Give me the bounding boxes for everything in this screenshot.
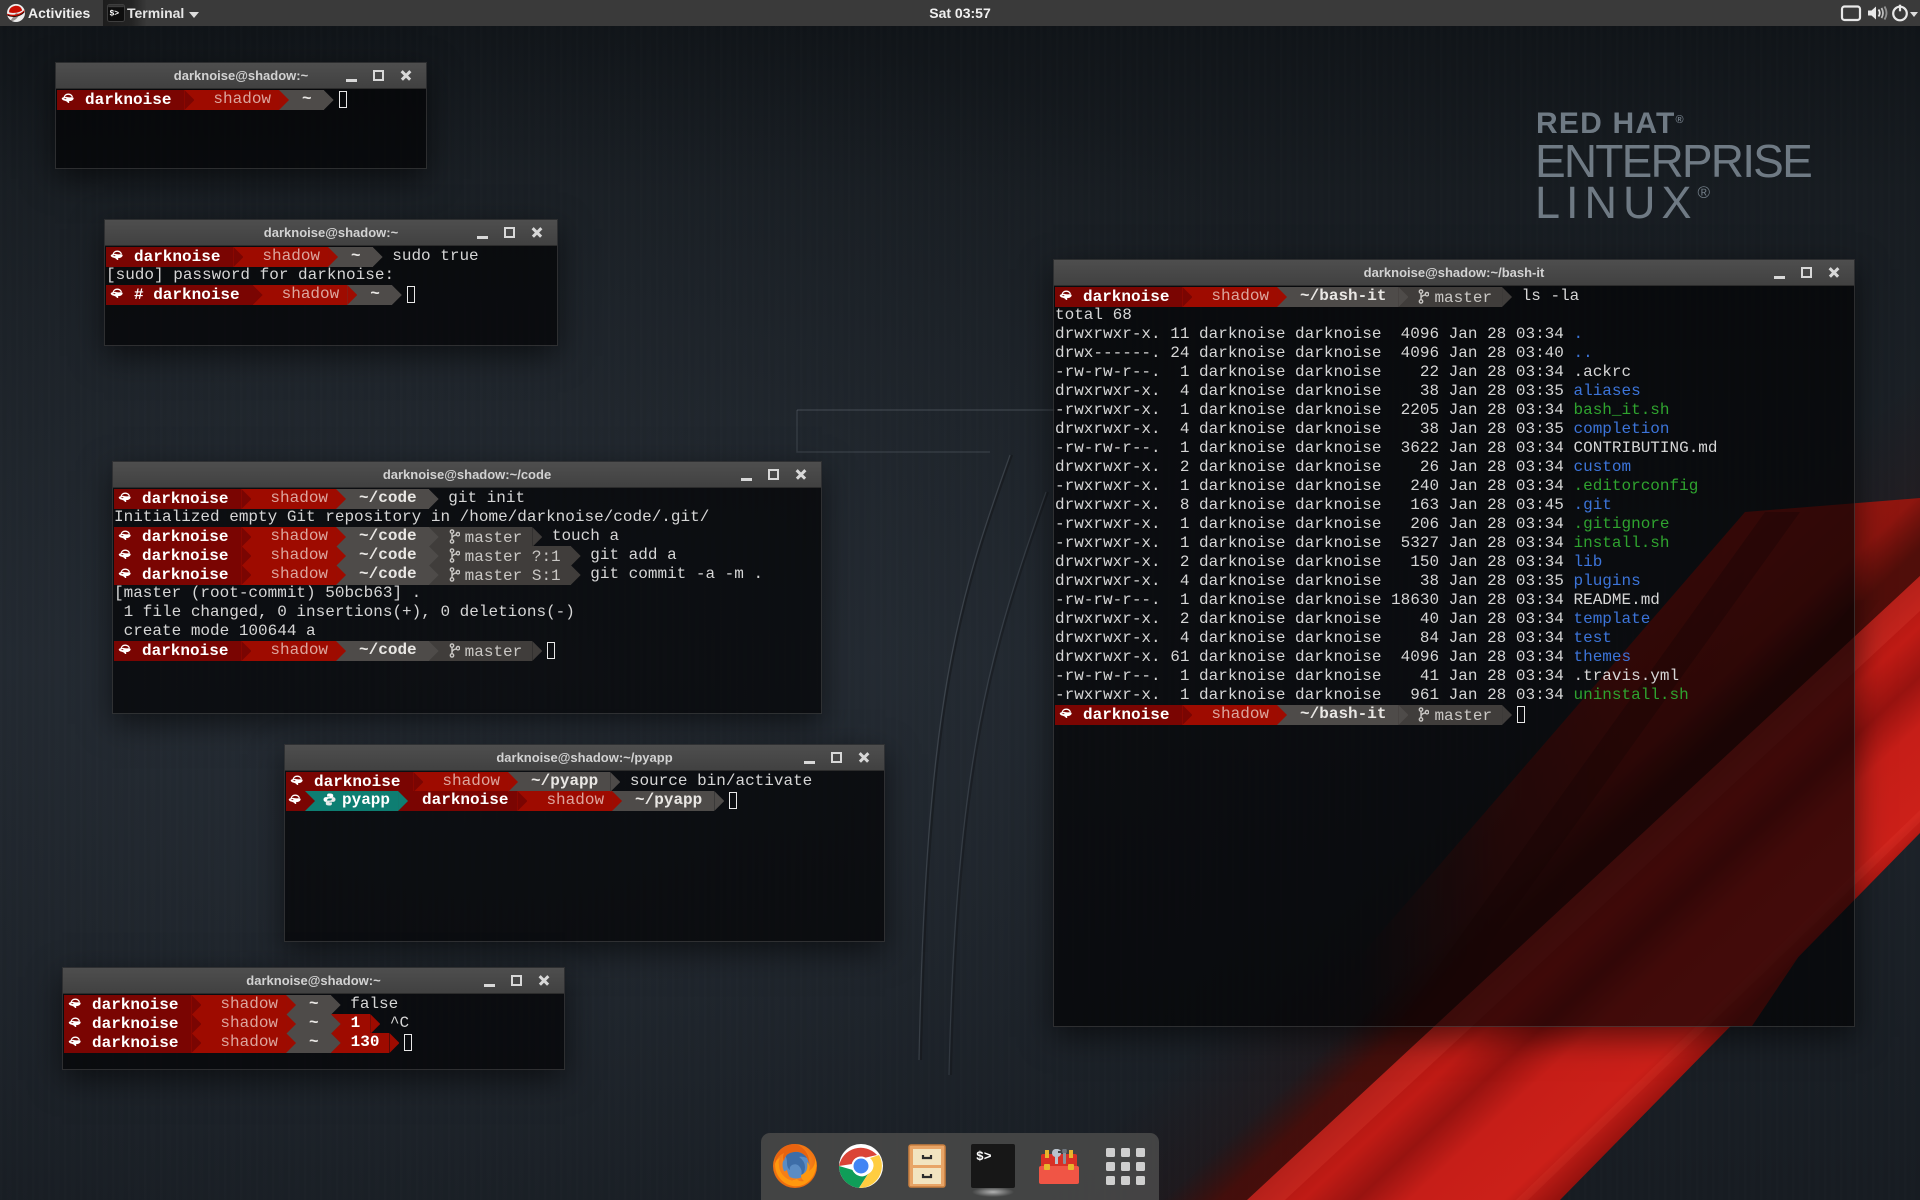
svg-text:$>: $> — [976, 1149, 992, 1164]
